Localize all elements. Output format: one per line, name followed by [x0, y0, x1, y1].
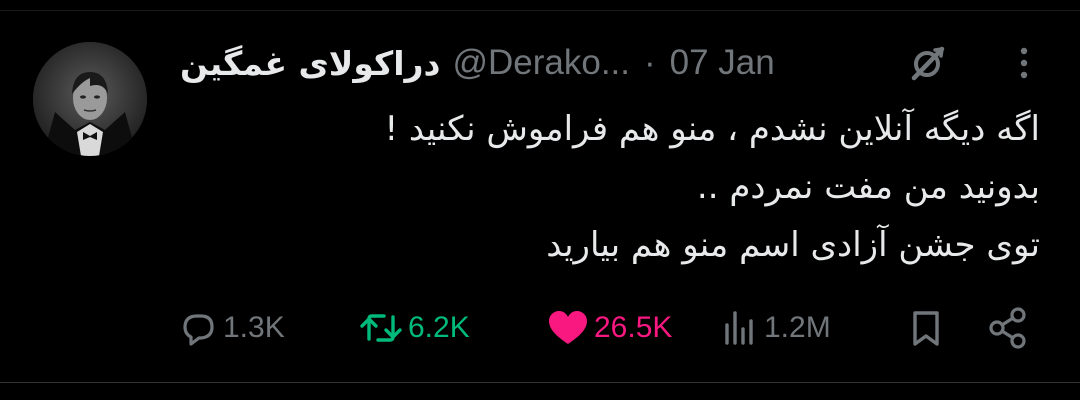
- share-button[interactable]: [986, 300, 1030, 356]
- separator-dot: ·: [644, 43, 656, 82]
- like-count: 26.5K: [594, 311, 673, 344]
- bookmark-button[interactable]: [908, 300, 944, 356]
- grok-icon[interactable]: [905, 43, 949, 83]
- retweet-icon: [360, 314, 402, 342]
- more-icon[interactable]: [1004, 43, 1044, 83]
- tweet-header: دراکولای غمگین @Derako... · 07 Jan: [180, 38, 775, 88]
- bottom-divider: [0, 382, 1080, 383]
- tweet-text: اگه دیگه آنلاین نشدم ، منو هم فراموش نکن…: [180, 100, 1040, 274]
- display-name[interactable]: دراکولای غمگین: [180, 44, 440, 83]
- user-handle[interactable]: @Derako...: [452, 43, 630, 83]
- like-button[interactable]: 26.5K: [546, 300, 672, 356]
- tweet-text-line: بدونید من مفت نمردم ..: [696, 167, 1040, 207]
- reply-count: 1.3K: [223, 311, 285, 344]
- views-icon: [725, 311, 753, 345]
- reply-button[interactable]: 1.3K: [177, 300, 285, 356]
- reply-icon: [183, 314, 214, 346]
- tweet-text-line: اگه دیگه آنلاین نشدم ، منو هم فراموش نکن…: [384, 109, 1040, 149]
- top-divider: [0, 10, 1080, 11]
- action-bar: 1.3K 6.2K 26.5K 1.2M: [0, 300, 1080, 356]
- avatar[interactable]: [33, 42, 147, 156]
- tweet-date[interactable]: 07 Jan: [670, 43, 775, 83]
- tweet-text-line: توی جشن آزادی اسم منو هم بیارید: [546, 225, 1040, 265]
- avatar-image: [33, 42, 147, 156]
- views-button[interactable]: 1.2M: [720, 300, 831, 356]
- views-count: 1.2M: [764, 311, 831, 344]
- bookmark-icon: [913, 311, 939, 346]
- repost-count: 6.2K: [408, 311, 470, 344]
- repost-button[interactable]: 6.2K: [358, 300, 470, 356]
- heart-icon: [549, 311, 587, 344]
- share-icon: [989, 307, 1026, 349]
